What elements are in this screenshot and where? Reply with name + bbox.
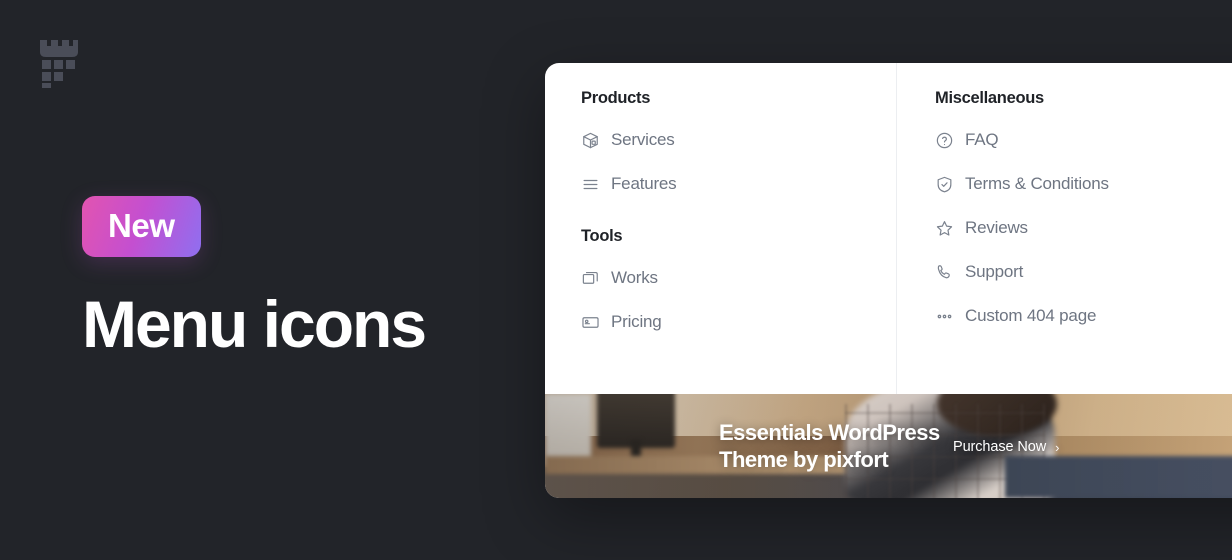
mega-menu-panel: Products Services Features Tools Works P… — [545, 63, 1232, 498]
menu-item-label: Custom 404 page — [965, 306, 1097, 325]
menu-item-terms-conditions[interactable]: Terms & Conditions — [935, 162, 1232, 206]
page-root: New Menu icons Products Services Feature… — [0, 0, 1232, 560]
menu-column-left: Products Services Features Tools Works P… — [545, 63, 896, 394]
menu-item-label: Terms & Conditions — [965, 174, 1109, 193]
menu-columns: Products Services Features Tools Works P… — [545, 63, 1232, 394]
question-circle-icon — [935, 128, 961, 152]
page-title: Menu icons — [82, 287, 427, 361]
menu-item-pricing[interactable]: Pricing — [581, 300, 896, 344]
menu-item-reviews[interactable]: Reviews — [935, 206, 1232, 250]
package-box-icon — [581, 128, 607, 152]
pixfort-logo[interactable] — [38, 38, 80, 88]
credit-card-icon — [581, 310, 607, 334]
menu-item-label: Pricing — [611, 312, 662, 331]
menu-item-label: Works — [611, 268, 658, 287]
banner-title-line1: Essentials WordPress — [719, 420, 940, 445]
list-lines-icon — [581, 172, 607, 196]
menu-item-label: FAQ — [965, 130, 999, 149]
chevron-right-icon: › — [1055, 439, 1060, 455]
promo-banner[interactable]: Essentials WordPress Theme by pixfort Pu… — [545, 394, 1232, 498]
menu-group-heading-tools: Tools — [581, 227, 623, 245]
shield-check-icon — [935, 172, 961, 196]
menu-item-services[interactable]: Services — [581, 118, 896, 162]
banner-title: Essentials WordPress Theme by pixfort — [719, 420, 940, 474]
banner-title-line2: Theme by pixfort — [719, 446, 889, 472]
menu-item-custom-404-page[interactable]: Custom 404 page — [935, 294, 1232, 338]
menu-item-works[interactable]: Works — [581, 256, 896, 300]
purchase-now-label: Purchase Now — [953, 439, 1047, 455]
menu-group-heading-miscellaneous: Miscellaneous — [935, 89, 1044, 107]
menu-group-heading-products: Products — [581, 89, 651, 107]
stacked-windows-icon — [581, 266, 607, 290]
menu-column-right: Miscellaneous FAQ Terms & Conditions Rev… — [896, 63, 1232, 394]
new-badge: New — [82, 196, 201, 257]
menu-item-label: Services — [611, 130, 675, 149]
menu-item-label: Reviews — [965, 218, 1028, 237]
star-icon — [935, 216, 961, 240]
phone-icon — [935, 260, 961, 284]
ellipsis-icon — [935, 304, 961, 328]
menu-item-features[interactable]: Features — [581, 162, 896, 206]
menu-item-label: Support — [965, 262, 1024, 281]
menu-item-label: Features — [611, 174, 677, 193]
menu-item-faq[interactable]: FAQ — [935, 118, 1232, 162]
menu-item-support[interactable]: Support — [935, 250, 1232, 294]
hero-block: New Menu icons — [82, 196, 427, 361]
purchase-now-link[interactable]: Purchase Now › — [953, 439, 1059, 455]
